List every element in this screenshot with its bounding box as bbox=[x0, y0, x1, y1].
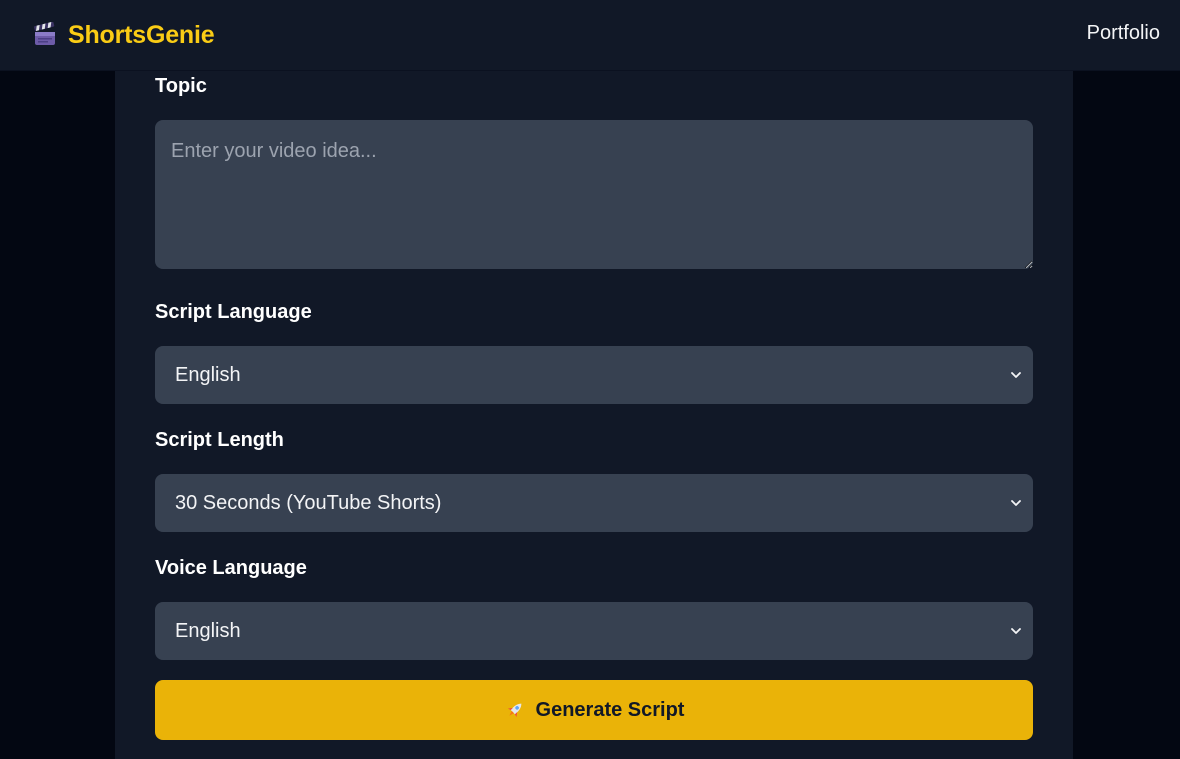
voice-language-label: Voice Language bbox=[155, 557, 307, 579]
script-language-label: Script Language bbox=[155, 301, 312, 323]
script-language-value: English bbox=[175, 363, 241, 386]
topic-label: Topic bbox=[155, 75, 207, 97]
brand-name: ShortsGenie bbox=[68, 20, 215, 49]
topic-input[interactable] bbox=[155, 120, 1033, 269]
voice-language-select[interactable]: English bbox=[155, 602, 1033, 660]
generate-script-label: Generate Script bbox=[535, 698, 685, 721]
brand[interactable]: ShortsGenie bbox=[32, 18, 215, 52]
clapperboard-icon bbox=[34, 22, 55, 45]
chevron-down-icon bbox=[1011, 628, 1021, 634]
rocket-icon bbox=[507, 703, 521, 718]
script-length-value: 30 Seconds (YouTube Shorts) bbox=[175, 491, 442, 514]
script-language-select[interactable]: English bbox=[155, 346, 1033, 404]
chevron-down-icon bbox=[1011, 500, 1021, 506]
chevron-down-icon bbox=[1011, 372, 1021, 378]
script-length-label: Script Length bbox=[155, 429, 284, 451]
generate-script-button[interactable]: Generate Script bbox=[155, 680, 1033, 740]
navbar: ShortsGenie Portfolio bbox=[0, 0, 1180, 71]
page: ShortsGenie Portfolio Topic Script Langu… bbox=[0, 0, 1180, 759]
voice-language-value: English bbox=[175, 619, 241, 642]
nav-link-portfolio[interactable]: Portfolio bbox=[1087, 22, 1160, 45]
script-length-select[interactable]: 30 Seconds (YouTube Shorts) bbox=[155, 474, 1033, 532]
